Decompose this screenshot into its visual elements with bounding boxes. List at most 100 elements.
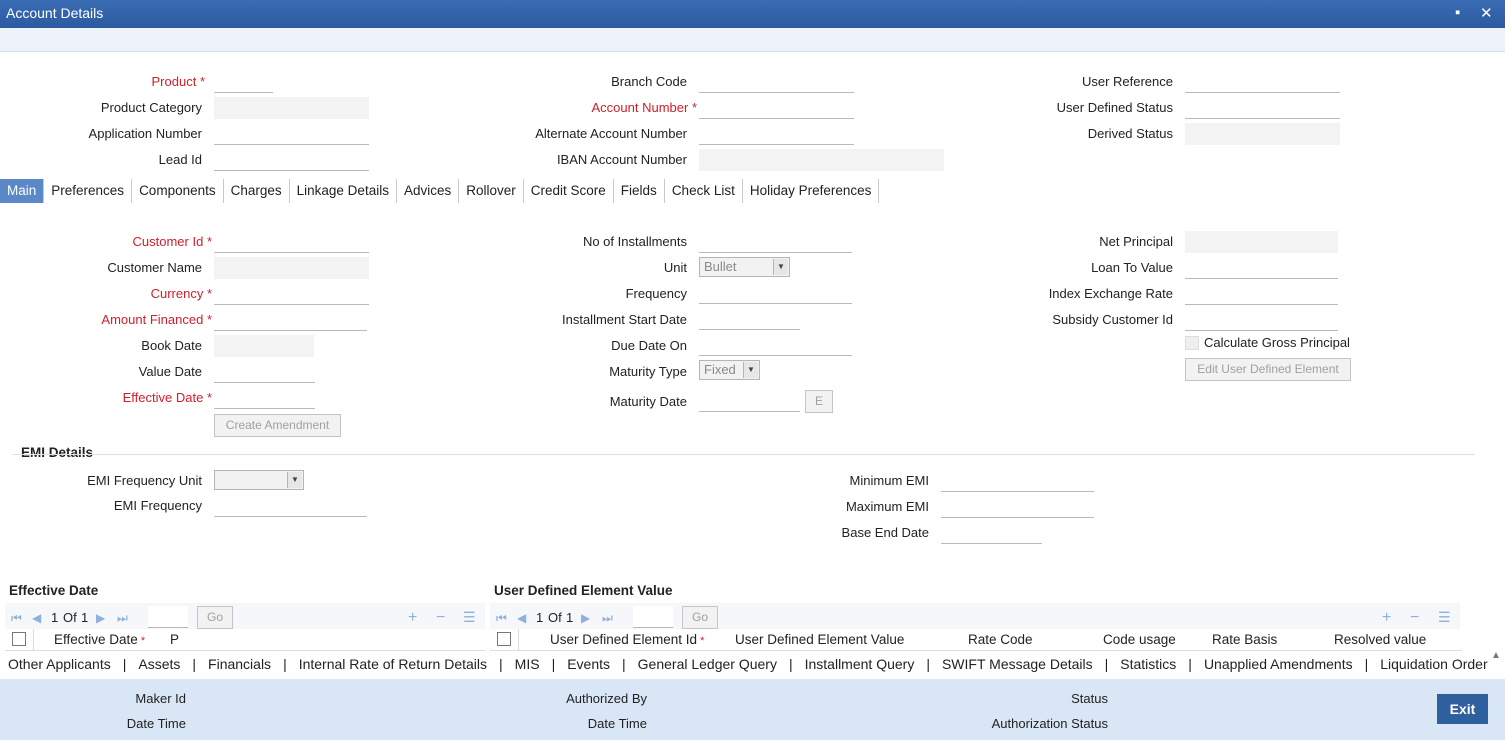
create-amendment-button[interactable]: Create Amendment [214,414,341,437]
select-all-checkbox[interactable] [497,632,511,646]
delete-row-icon[interactable]: − [1410,609,1419,627]
add-row-icon[interactable]: + [1382,609,1391,627]
emi-frequency-unit-select[interactable]: ▼ [214,470,304,490]
tab-holiday-preferences[interactable]: Holiday Preferences [743,179,880,203]
no-of-installments-input[interactable] [699,231,852,253]
add-row-icon[interactable]: + [408,609,417,627]
ude-grid-header: User Defined Element Id User Defined Ele… [490,629,1462,651]
tab-main[interactable]: Main [0,179,45,203]
derived-status-input[interactable] [1185,123,1340,145]
e-button[interactable]: E [805,390,833,413]
link-mis[interactable]: MIS [515,656,540,672]
product-category-input[interactable] [214,97,369,119]
select-all-checkbox[interactable] [12,632,26,646]
link-assets[interactable]: Assets [138,656,180,672]
frequency-input[interactable] [699,282,852,304]
book-date-input[interactable] [214,335,314,357]
account-number-label: Account Number [592,100,698,115]
tab-check-list[interactable]: Check List [665,179,743,203]
scroll-up-icon[interactable]: ▲ [1491,650,1501,661]
prev-page-icon[interactable]: ◀ [517,611,526,625]
calculate-gross-principal-checkbox[interactable] [1185,336,1199,350]
installment-start-date-input[interactable] [699,308,800,330]
branch-code-input[interactable] [699,71,854,93]
emi-frequency-input[interactable] [214,495,367,517]
prev-page-icon[interactable]: ◀ [32,611,41,625]
application-number-input[interactable] [214,123,369,145]
link-installment-query[interactable]: Installment Query [805,656,915,672]
effective-date-input[interactable] [214,387,315,409]
net-principal-input[interactable] [1185,231,1338,253]
link-statistics[interactable]: Statistics [1120,656,1176,672]
chevron-down-icon: ▼ [743,362,758,378]
loan-to-value-input[interactable] [1185,257,1338,279]
link-general-ledger-query[interactable]: General Ledger Query [638,656,777,672]
tab-rollover[interactable]: Rollover [459,179,524,203]
effective-date-page: 1 [51,610,59,625]
ude-go-button[interactable]: Go [682,606,718,629]
link-financials[interactable]: Financials [208,656,271,672]
ude-page-input[interactable] [633,606,673,628]
product-category-label: Product Category [100,100,202,115]
iban-account-number-input[interactable] [699,149,944,171]
subsidy-customer-id-input[interactable] [1185,309,1338,331]
close-icon[interactable]: ✕ [1480,4,1493,22]
value-date-input[interactable] [214,361,315,383]
tab-linkage-details[interactable]: Linkage Details [290,179,397,203]
unit-select[interactable]: Bullet ▼ [699,257,790,277]
tab-charges[interactable]: Charges [224,179,290,203]
tab-credit-score[interactable]: Credit Score [524,179,614,203]
delete-row-icon[interactable]: − [436,609,445,627]
base-end-date-input[interactable] [941,522,1042,544]
edit-user-defined-element-button[interactable]: Edit User Defined Element [1185,358,1351,381]
first-page-icon[interactable]: ⏮ [11,611,22,626]
tab-advices[interactable]: Advices [397,179,460,203]
exit-button[interactable]: Exit [1437,694,1488,724]
currency-input[interactable] [214,283,369,305]
maximum-emi-input[interactable] [941,496,1094,518]
maturity-date-input[interactable] [699,390,800,412]
effective-date-go-button[interactable]: Go [197,606,233,629]
maturity-type-select[interactable]: Fixed ▼ [699,360,760,380]
link-unapplied-amendments[interactable]: Unapplied Amendments [1204,656,1353,672]
frequency-label: Frequency [625,286,687,301]
alternate-account-number-input[interactable] [699,123,854,145]
customer-name-input[interactable] [214,257,369,279]
amount-financed-input[interactable] [214,309,367,331]
effective-date-grid-header: Effective Date P [5,629,485,651]
effective-date-page-input[interactable] [148,606,188,628]
tab-components[interactable]: Components [132,179,224,203]
chevron-down-icon: ▼ [773,259,788,275]
user-reference-input[interactable] [1185,71,1340,93]
tab-fields[interactable]: Fields [614,179,665,203]
account-number-input[interactable] [699,97,854,119]
link-events[interactable]: Events [567,656,610,672]
customer-id-label: Customer Id [133,234,212,249]
link-other-applicants[interactable]: Other Applicants [8,656,111,672]
tab-preferences[interactable]: Preferences [44,179,133,203]
effective-date-grid-title: Effective Date [9,583,99,598]
next-page-icon[interactable]: ▶ [581,611,590,625]
last-page-icon[interactable]: ⏭ [117,611,128,626]
customer-id-input[interactable] [214,231,369,253]
lead-id-input[interactable] [214,149,369,171]
calculate-gross-principal-label: Calculate Gross Principal [1204,335,1350,350]
minimize-icon[interactable]: ▪ [1455,4,1460,21]
link-internal-rate-of-return-details[interactable]: Internal Rate of Return Details [299,656,487,672]
minimum-emi-input[interactable] [941,470,1094,492]
next-page-icon[interactable]: ▶ [96,611,105,625]
link-swift-message-details[interactable]: SWIFT Message Details [942,656,1093,672]
last-page-icon[interactable]: ⏭ [602,611,613,626]
window-title: Account Details [6,5,104,21]
user-defined-status-input[interactable] [1185,97,1340,119]
product-input[interactable] [214,71,273,93]
effective-date-label: Effective Date [123,390,212,405]
alternate-account-number-label: Alternate Account Number [535,126,687,141]
index-exchange-rate-input[interactable] [1185,283,1338,305]
due-date-on-input[interactable] [699,334,852,356]
amount-financed-label: Amount Financed [101,312,212,327]
first-page-icon[interactable]: ⏮ [496,611,507,626]
link-liquidation-order[interactable]: Liquidation Order [1380,656,1487,672]
single-view-icon[interactable]: ☰ [1438,609,1451,626]
single-view-icon[interactable]: ☰ [463,609,476,626]
